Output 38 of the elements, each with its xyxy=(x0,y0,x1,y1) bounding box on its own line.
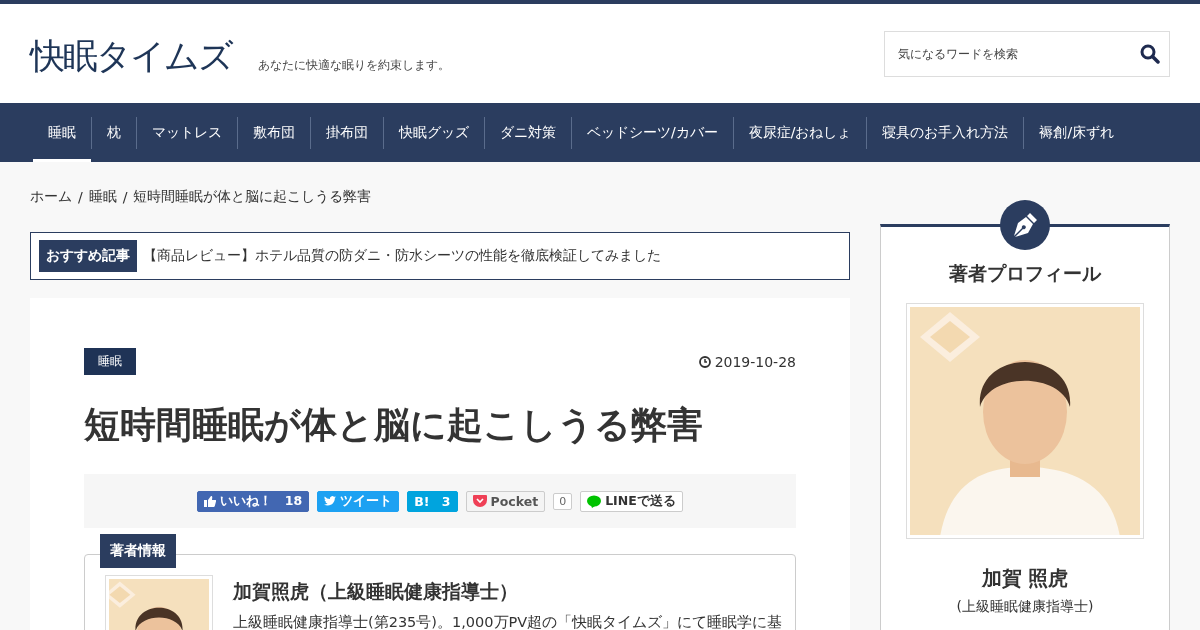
site-tagline: あなたに快適な眠りを約束します。 xyxy=(258,57,450,74)
article-title: 短時間睡眠が体と脳に起こしうる弊害 xyxy=(84,403,704,447)
breadcrumb-separator: / xyxy=(78,189,83,205)
breadcrumb-link[interactable]: 睡眠 xyxy=(88,188,117,206)
author-name: 加賀照虎（上級睡眠健康指導士） xyxy=(233,579,519,604)
chat-bubble-icon xyxy=(587,494,602,508)
breadcrumb-link[interactable]: ホーム xyxy=(30,188,72,206)
bird-icon xyxy=(324,496,337,506)
nav-tab[interactable]: 敷布団 xyxy=(238,103,310,162)
profile-role: (上級睡眠健康指導士) xyxy=(956,598,1094,616)
nav-tab[interactable]: 夜尿症/おねしょ xyxy=(733,103,867,162)
post-date: 2019-10-28 xyxy=(714,353,796,370)
clock-icon xyxy=(698,355,711,368)
share-button[interactable]: Pocket xyxy=(465,490,546,512)
category-tag[interactable]: 睡眠 xyxy=(84,348,136,375)
nav-tab[interactable]: ベッドシーツ/カバー xyxy=(572,103,733,162)
search-field[interactable]: 気になるワードを検索 xyxy=(884,30,1170,77)
profile-name: 加賀 照虎 xyxy=(981,565,1069,592)
nav-tab[interactable]: 掛布団 xyxy=(311,103,383,162)
nav-tab[interactable]: 寝具のお手入れ方法 xyxy=(867,103,1024,162)
author-bio: 上級睡眠健康指導士(第235号)。1,000万PV超の「快眠タイムズ」にて睡眠学に基 xyxy=(233,613,783,630)
share-button[interactable]: いいね！ 18 xyxy=(197,490,310,512)
share-button[interactable]: LINEで送る xyxy=(580,490,683,512)
recommended-link[interactable]: 【商品レビュー】ホテル品質の防ダニ・防水シーツの性能を徹底検証してみました xyxy=(143,247,661,265)
pocket-icon xyxy=(472,495,487,507)
profile-heading: 著者プロフィール xyxy=(949,261,1101,286)
nav-tab[interactable]: 褥創/床ずれ xyxy=(1024,103,1130,162)
thumbs-up-icon xyxy=(204,495,217,507)
nav-tab[interactable]: 快眠グッズ xyxy=(384,103,484,162)
nav-tab[interactable]: 枕 xyxy=(92,103,136,162)
nav-tab[interactable]: ダニ対策 xyxy=(485,103,571,162)
breadcrumb-current: 短時間睡眠が体と脳に起こしうる弊害 xyxy=(133,188,372,206)
recommended-label: おすすめ記事 xyxy=(39,240,137,272)
breadcrumb-separator: / xyxy=(122,189,128,205)
share-count: 0 xyxy=(553,492,573,510)
search-icon[interactable] xyxy=(1140,43,1160,64)
nav-tab[interactable]: マットレス xyxy=(137,103,237,162)
site-logo[interactable]: 快眠タイムズ xyxy=(30,33,232,80)
